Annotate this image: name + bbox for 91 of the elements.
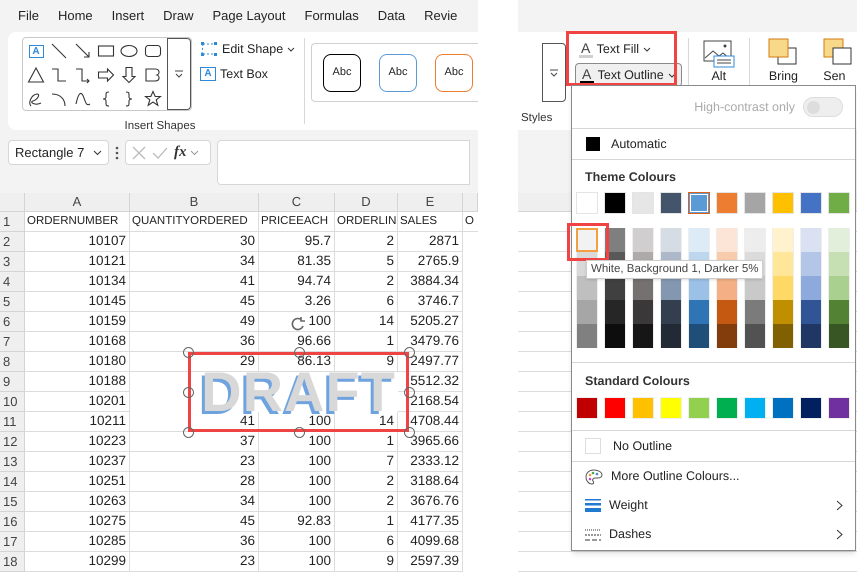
table-cell-text: 23 [240, 552, 255, 570]
table-cell-text: 10211 [89, 412, 126, 430]
table-cell-text: 94.74 [297, 272, 331, 290]
table-cell-text: 86.13 [297, 352, 331, 370]
table-cell-text: 100 [308, 492, 331, 510]
table-cell-text: 100 [308, 412, 331, 430]
table-cell-text: 1 [386, 512, 394, 530]
table-cell-text: 5512.32 [410, 372, 459, 390]
table-cell-text: 34 [240, 492, 255, 510]
table-cell-text: 1 [386, 332, 394, 350]
table-cell-text: 2 [386, 492, 394, 510]
table-cell-text: 100 [308, 432, 331, 450]
table-cell-text: QUANTITYORDERED [132, 214, 248, 229]
table-cell-text: SALES [400, 214, 438, 229]
table-cell-text: 2333.12 [410, 452, 459, 470]
table-cell-text: 9 [386, 552, 394, 570]
section-heading: Standard Colours [584, 373, 690, 390]
table-cell-text: 41 [240, 272, 255, 290]
table-cell-text: 3188.64 [410, 472, 459, 490]
table-cell-text: 2 [386, 472, 394, 490]
table-cell-text: 96.66 [297, 332, 331, 350]
table-cell-text: 10201 [88, 392, 126, 410]
table-cell-text: 2497.77 [410, 352, 459, 370]
table-cell-text: 10107 [88, 232, 126, 250]
table-cell-text: 92.83 [297, 512, 331, 530]
table-cell-text: 3884.34 [410, 272, 459, 290]
table-cell-text: 5205.27 [410, 312, 459, 330]
table-cell-text: 10237 [88, 452, 126, 470]
section-heading: Theme Colours [584, 169, 676, 186]
group-label: Insert Shapes [124, 119, 196, 134]
table-cell-text: 49 [240, 312, 255, 330]
table-cell-text: 5 [386, 252, 394, 270]
toggle-label: High-contrast only [694, 98, 795, 116]
table-cell-text: 2 [386, 232, 394, 250]
table-cell-text: 10188 [88, 372, 126, 390]
table-cell-text: 2597.39 [410, 552, 459, 570]
table-cell-text: 37 [240, 432, 255, 450]
table-cell-text: 3.26 [304, 292, 331, 310]
table-cell-text: 3965.66 [410, 432, 459, 450]
table-cell-text: 23 [240, 452, 255, 470]
table-cell-text: 6 [386, 532, 394, 550]
table-cell-text: 4708.44 [410, 412, 459, 430]
table-cell-text: 10275 [88, 512, 126, 530]
group-label: Styles [521, 111, 554, 126]
table-cell-text: 2871 [428, 232, 459, 250]
table-cell-text: 10168 [88, 332, 126, 350]
table-cell-text: 10285 [88, 532, 126, 550]
table-cell-text: 30 [240, 232, 255, 250]
table-cell-text: 29 [240, 352, 255, 370]
table-cell-text: 4099.68 [410, 532, 459, 550]
table-cell-text: 100 [308, 472, 331, 490]
table-cell-text: 10121 [88, 252, 126, 270]
table-cell-text: 10180 [88, 352, 126, 370]
table-cell-text: 81.35 [297, 252, 331, 270]
table-cell-text: ORDERLIN [337, 214, 396, 229]
table-cell-text: PRICEEACH [261, 214, 328, 229]
table-cell-text: 41 [240, 412, 255, 430]
table-cell-text: 28 [240, 472, 255, 490]
table-cell-text: 3479.76 [410, 332, 459, 350]
table-cell-text: 34 [240, 252, 255, 270]
table-cell-text: 10145 [88, 292, 126, 310]
table-cell-text: 2168.54 [410, 392, 459, 410]
table-cell-text: 7 [386, 452, 394, 470]
table-cell-text: 100 [308, 312, 331, 330]
table-cell-text: 3676.76 [410, 492, 459, 510]
table-cell-text: 100 [308, 452, 331, 470]
table-cell-text: ORDERNUMBER [27, 214, 118, 229]
table-cell-text: 4177.35 [410, 512, 459, 530]
table-cell-text: 45 [240, 512, 255, 530]
table-cell-text: 100 [308, 532, 331, 550]
table-cell-text: 2 [386, 272, 394, 290]
table-cell-text: 14 [378, 312, 394, 330]
table-cell-text: 1 [386, 432, 394, 450]
table-cell-text: 3746.7 [418, 292, 459, 310]
table-cell-text: 10299 [88, 552, 126, 570]
table-cell-text: 45 [240, 292, 255, 310]
table-cell-text: 10159 [88, 312, 126, 330]
table-cell-text: 2765.9 [418, 252, 459, 270]
table-cell-text: 10263 [88, 492, 126, 510]
table-cell-text: 95.7 [304, 232, 331, 250]
table-cell-text: 10223 [88, 432, 126, 450]
table-cell-text: 100 [308, 552, 331, 570]
table-cell-text: 10134 [88, 272, 126, 290]
table-cell-text: 36 [240, 332, 255, 350]
table-cell-text: 36 [240, 532, 255, 550]
table-cell-text: 6 [386, 292, 394, 310]
table-cell-text: 10251 [88, 472, 126, 490]
table-cell-text: 9 [386, 352, 394, 370]
tooltip: White, Background 1, Darker 5% [586, 260, 764, 279]
table-cell-text: 14 [378, 412, 394, 430]
table-cell-text: O [465, 214, 474, 229]
